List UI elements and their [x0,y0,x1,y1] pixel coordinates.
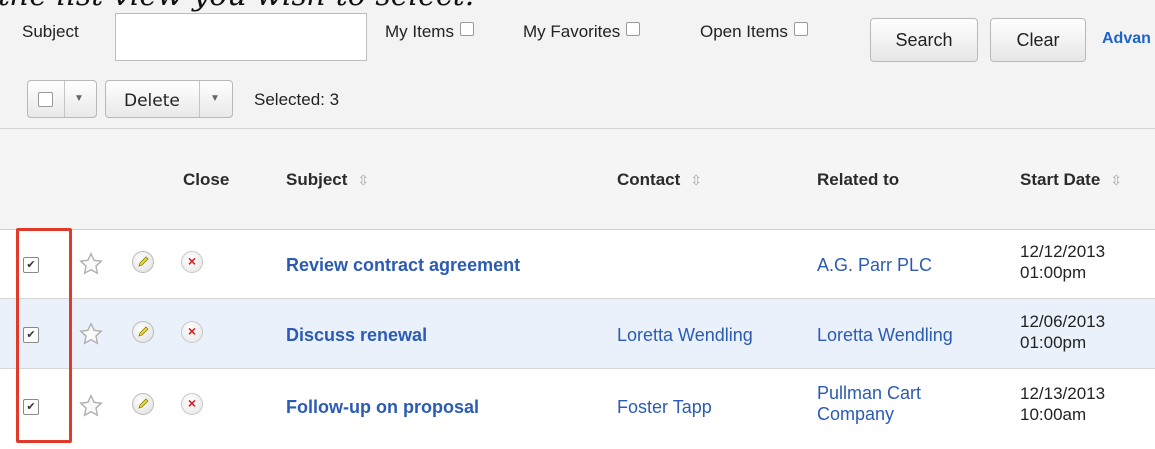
open-items-checkbox[interactable] [793,22,808,36]
edit-pencil-icon[interactable] [132,251,154,273]
related-link[interactable]: Loretta Wendling [817,325,953,346]
column-contact[interactable]: Contact ⇳ [617,170,702,190]
edit-pencil-icon[interactable] [132,321,154,343]
edit-pencil-icon[interactable] [132,393,154,415]
checkbox-highlight-annotation [16,228,72,443]
related-link[interactable]: A.G. Parr PLC [817,255,932,276]
action-bar: ▼ Delete ▼ [0,70,1155,129]
intro-text: the list view you wish to select. [0,0,474,13]
select-all-checkbox[interactable] [38,92,53,107]
close-x-icon[interactable]: × [181,393,203,415]
subject-link[interactable]: Review contract agreement [286,255,520,276]
filter-my-favorites[interactable]: My Favorites [523,22,641,42]
subject-link[interactable]: Follow-up on proposal [286,397,479,418]
sort-icon[interactable]: ⇳ [1110,172,1122,188]
search-button[interactable]: Search [870,18,978,62]
related-link[interactable]: Pullman Cart Company [817,383,921,425]
sort-icon[interactable]: ⇳ [690,172,702,188]
table-header: Close Subject ⇳ Contact ⇳ Related to Start… [0,129,1155,230]
delete-label: Delete [124,91,180,111]
subject-search-input[interactable] [115,13,367,61]
column-start-date[interactable]: Start Date ⇳ [1020,170,1122,190]
column-related-to[interactable]: Related to [817,170,899,190]
chevron-down-icon[interactable]: ▼ [74,93,84,104]
subject-link[interactable]: Discuss renewal [286,325,427,346]
chevron-down-icon[interactable]: ▼ [210,93,220,104]
contact-link[interactable]: Loretta Wendling [617,325,753,346]
start-date: 12/13/2013 10:00am [1020,384,1106,424]
filter-open-items[interactable]: Open Items [700,22,808,42]
my-favorites-checkbox[interactable] [626,22,641,36]
table-row: ✔ × Follow-up on proposal Foster Tapp Pu… [0,369,1155,449]
contact-link[interactable]: Foster Tapp [617,397,712,418]
table-row: ✔ × Discuss renewal Loretta Wendling Lor… [0,299,1155,369]
favorite-star-icon[interactable] [78,393,104,419]
start-date: 12/06/2013 01:00pm [1020,312,1106,352]
selected-count: Selected: 3 [254,90,340,109]
delete-action-button[interactable]: Delete ▼ [105,80,233,118]
column-close: Close [183,170,230,189]
subject-label: Subject [22,22,79,41]
close-x-icon[interactable]: × [181,251,203,273]
start-date: 12/12/2013 01:00pm [1020,242,1106,282]
column-subject[interactable]: Subject ⇳ [286,170,369,190]
sort-icon[interactable]: ⇳ [357,172,369,188]
favorite-star-icon[interactable] [78,251,104,277]
table-row: ✔ × Review contract agreement A.G. Parr … [0,229,1155,299]
mass-select-dropdown[interactable]: ▼ [27,80,97,118]
filter-my-items[interactable]: My Items [385,22,474,42]
advanced-search-link[interactable]: Advan [1102,30,1151,48]
my-items-checkbox[interactable] [459,22,474,36]
clear-button[interactable]: Clear [990,18,1086,62]
close-x-icon[interactable]: × [181,321,203,343]
favorite-star-icon[interactable] [78,321,104,347]
